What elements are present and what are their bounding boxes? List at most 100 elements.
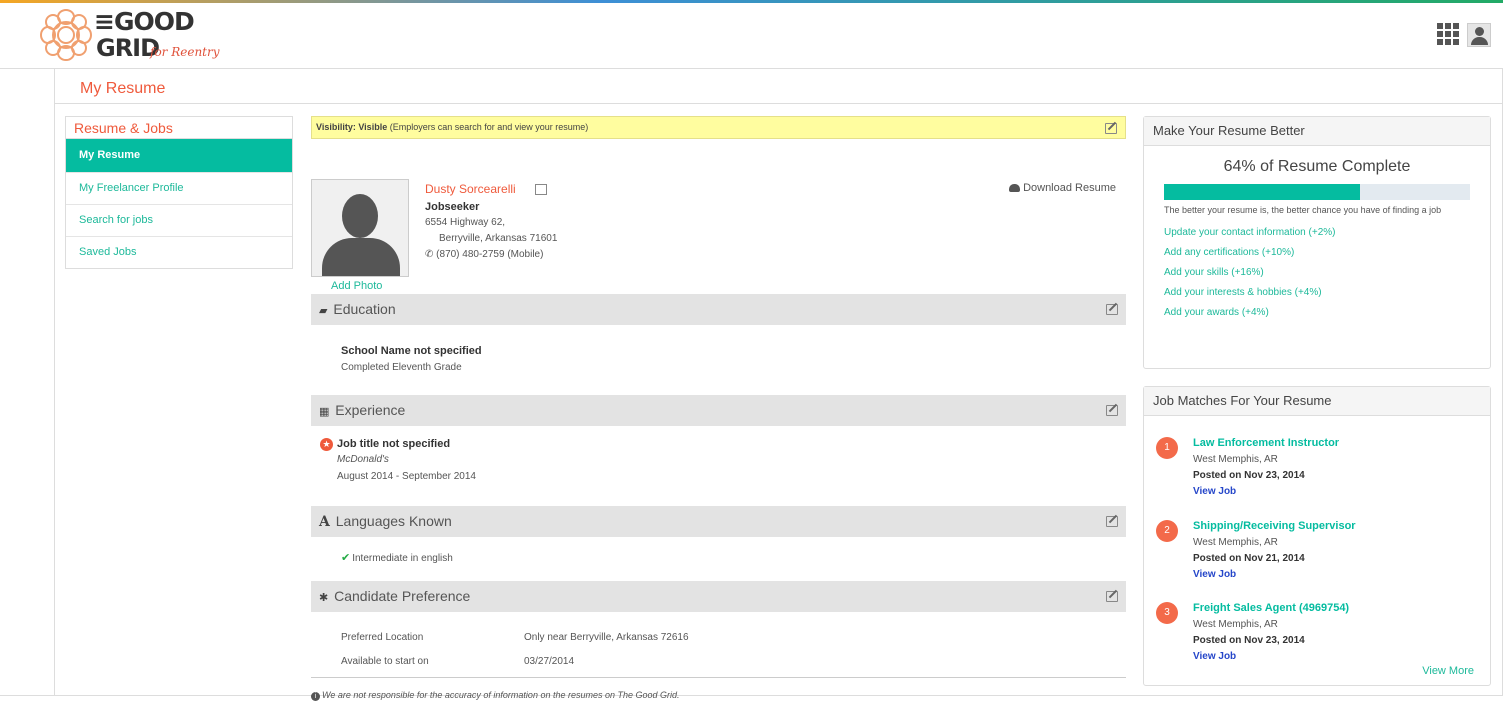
logo-tagline: for Reentry bbox=[150, 45, 220, 59]
job-match-title-link[interactable]: Freight Sales Agent (4969754) bbox=[1193, 602, 1349, 614]
sidebar-item-saved-jobs[interactable]: Saved Jobs bbox=[66, 237, 292, 269]
edit-experience-icon[interactable] bbox=[1106, 405, 1118, 416]
edit-languages-icon[interactable] bbox=[1106, 516, 1118, 527]
job-matches-panel: Job Matches For Your Resume 1 Law Enforc… bbox=[1143, 386, 1491, 686]
edit-preference-icon[interactable] bbox=[1106, 591, 1118, 602]
experience-title: Experience bbox=[335, 402, 406, 418]
job-match-number: 1 bbox=[1156, 437, 1178, 459]
visibility-banner: Visibility: Visible (Employers can searc… bbox=[311, 116, 1126, 139]
profile-address-line1: 6554 Highway 62, bbox=[425, 217, 506, 228]
cloud-download-icon bbox=[1009, 184, 1021, 192]
app-header: ≡GOOD GRID for Reentry bbox=[0, 3, 1503, 69]
profile-name: Dusty Sorcearelli bbox=[425, 182, 516, 196]
preferred-location-value: Only near Berryville, Arkansas 72616 bbox=[524, 632, 689, 643]
job-match-posted: Posted on Nov 23, 2014 bbox=[1193, 470, 1305, 481]
preference-body: Preferred Location Only near Berryville,… bbox=[311, 612, 1126, 678]
job-match-item: 1 Law Enforcement Instructor West Memphi… bbox=[1156, 427, 1476, 497]
check-icon: ✔ bbox=[341, 552, 351, 564]
education-header: ▰ Education bbox=[311, 294, 1126, 325]
experience-job-title: Job title not specified bbox=[337, 438, 451, 450]
job-match-number: 2 bbox=[1156, 520, 1178, 542]
job-match-item: 2 Shipping/Receiving Supervisor West Mem… bbox=[1156, 510, 1476, 580]
available-start-label: Available to start on bbox=[341, 656, 429, 667]
education-body: School Name not specified Completed Elev… bbox=[311, 325, 1126, 395]
logo-text-good: ≡GOOD bbox=[94, 7, 195, 36]
view-job-link[interactable]: View Job bbox=[1193, 651, 1236, 662]
update-contact-link[interactable]: Update your contact information (+2%) bbox=[1164, 227, 1470, 238]
resume-complete-percent: 64% of Resume Complete bbox=[1223, 158, 1411, 175]
preference-title: Candidate Preference bbox=[334, 588, 471, 604]
edit-education-icon[interactable] bbox=[1106, 304, 1118, 315]
sidebar-item-search-jobs[interactable]: Search for jobs bbox=[66, 205, 292, 237]
profile-phone-text: (870) 480-2759 (Mobile) bbox=[436, 249, 544, 260]
page-title-bar: My Resume bbox=[55, 69, 1502, 104]
gear-icon: ✱ bbox=[319, 592, 329, 604]
resume-progress-bar bbox=[1164, 184, 1470, 200]
view-job-link[interactable]: View Job bbox=[1193, 486, 1236, 497]
job-match-posted: Posted on Nov 21, 2014 bbox=[1193, 553, 1305, 564]
preference-header: ✱ Candidate Preference bbox=[311, 581, 1126, 612]
font-a-icon: A bbox=[319, 514, 330, 530]
experience-dates: August 2014 - September 2014 bbox=[337, 471, 476, 482]
view-more-link[interactable]: View More bbox=[1422, 665, 1474, 677]
edit-profile-icon[interactable] bbox=[535, 184, 547, 195]
header-icons bbox=[1437, 23, 1491, 47]
language-item: ✔ Intermediate in english bbox=[341, 551, 453, 564]
resume-better-panel: Make Your Resume Better 64% of Resume Co… bbox=[1143, 116, 1491, 369]
disclaimer: i We are not responsible for the accuracy… bbox=[311, 690, 1126, 701]
visibility-label: Visibility: Visible bbox=[316, 122, 388, 132]
languages-title: Languages Known bbox=[335, 513, 452, 529]
profile-photo-placeholder bbox=[311, 179, 409, 277]
profile-role: Jobseeker bbox=[425, 201, 480, 213]
briefcase-icon: ▦ bbox=[319, 406, 330, 418]
profile-address-line2: Berryville, Arkansas 71601 bbox=[439, 233, 558, 244]
sidebar-title: Resume & Jobs bbox=[66, 117, 292, 139]
job-match-title-link[interactable]: Shipping/Receiving Supervisor bbox=[1193, 520, 1356, 532]
job-match-location: West Memphis, AR bbox=[1193, 537, 1278, 548]
resume-progress-fill bbox=[1164, 184, 1360, 200]
user-account-icon[interactable] bbox=[1467, 23, 1491, 47]
job-match-location: West Memphis, AR bbox=[1193, 619, 1278, 630]
preferred-location-label: Preferred Location bbox=[341, 632, 424, 643]
profile-card: Add Photo Dusty Sorcearelli Jobseeker 65… bbox=[311, 139, 1126, 294]
resume-main: Visibility: Visible (Employers can searc… bbox=[311, 116, 1126, 701]
disclaimer-text: We are not responsible for the accuracy … bbox=[322, 690, 680, 700]
add-certifications-link[interactable]: Add any certifications (+10%) bbox=[1164, 247, 1470, 258]
info-icon: i bbox=[311, 692, 320, 701]
job-match-number: 3 bbox=[1156, 602, 1178, 624]
education-title: Education bbox=[333, 301, 396, 317]
experience-body: ★ Job title not specified McDonald's Aug… bbox=[311, 426, 1126, 506]
star-badge-icon: ★ bbox=[320, 438, 333, 451]
education-grade: Completed Eleventh Grade bbox=[341, 362, 462, 373]
sidebar-item-my-resume[interactable]: My Resume bbox=[66, 139, 292, 173]
job-match-location: West Memphis, AR bbox=[1193, 454, 1278, 465]
languages-body: ✔ Intermediate in english bbox=[311, 537, 1126, 581]
available-start-value: 03/27/2014 bbox=[524, 656, 575, 667]
phone-icon: ✆ bbox=[425, 249, 437, 260]
job-match-posted: Posted on Nov 23, 2014 bbox=[1193, 635, 1305, 646]
silhouette-head bbox=[342, 194, 378, 238]
download-resume-label: Download Resume bbox=[1023, 182, 1116, 194]
good-grid-logo[interactable]: ≡GOOD GRID for Reentry bbox=[38, 5, 238, 65]
job-match-item: 3 Freight Sales Agent (4969754) West Mem… bbox=[1156, 592, 1476, 662]
add-photo-link[interactable]: Add Photo bbox=[331, 280, 382, 292]
edit-visibility-icon[interactable] bbox=[1105, 123, 1117, 134]
experience-header: ▦ Experience bbox=[311, 395, 1126, 426]
sidebar: Resume & Jobs My Resume My Freelancer Pr… bbox=[65, 116, 293, 269]
view-job-link[interactable]: View Job bbox=[1193, 569, 1236, 580]
add-interests-link[interactable]: Add your interests & hobbies (+4%) bbox=[1164, 287, 1470, 298]
language-item-text: Intermediate in english bbox=[352, 553, 453, 564]
education-school: School Name not specified bbox=[341, 345, 482, 357]
experience-company: McDonald's bbox=[337, 454, 389, 465]
job-match-title-link[interactable]: Law Enforcement Instructor bbox=[1193, 437, 1339, 449]
add-awards-link[interactable]: Add your awards (+4%) bbox=[1164, 307, 1470, 318]
apps-grid-icon[interactable] bbox=[1437, 23, 1459, 45]
job-matches-title: Job Matches For Your Resume bbox=[1144, 387, 1490, 416]
silhouette-body bbox=[322, 238, 400, 276]
flower-logo-icon bbox=[40, 9, 92, 61]
download-resume-link[interactable]: Download Resume bbox=[1009, 182, 1116, 194]
languages-header: A Languages Known bbox=[311, 506, 1126, 537]
add-skills-link[interactable]: Add your skills (+16%) bbox=[1164, 267, 1470, 278]
page-title: My Resume bbox=[80, 80, 166, 97]
sidebar-item-freelancer-profile[interactable]: My Freelancer Profile bbox=[66, 173, 292, 205]
